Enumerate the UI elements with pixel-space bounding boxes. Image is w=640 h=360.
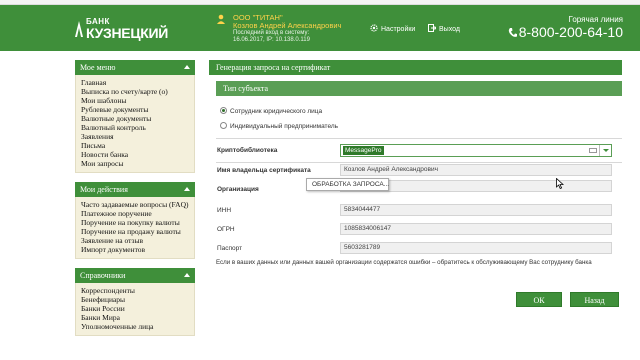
caret-up-icon[interactable] xyxy=(184,187,190,191)
exit-link[interactable]: Выход xyxy=(428,24,460,33)
exit-label: Выход xyxy=(439,26,460,33)
crypto-label: Криптобиблиотека xyxy=(217,147,278,154)
owner-field[interactable]: Козлов Андрей Александрович xyxy=(340,164,612,176)
radio-legal-entity[interactable]: Сотрудник юридического лица xyxy=(220,107,322,115)
menu-item-fx-docs[interactable]: Валютные документы xyxy=(81,114,190,123)
menu-item-statement[interactable]: Выписка по счету/карте (о) xyxy=(81,87,190,96)
phone-icon xyxy=(508,28,517,37)
owner-label: Имя владельца сертификата xyxy=(217,167,311,174)
menu-item-news[interactable]: Новости банка xyxy=(81,150,190,159)
panel-references-title: Справочники xyxy=(80,271,126,280)
exit-icon xyxy=(428,24,436,32)
panel-references-header[interactable]: Справочники xyxy=(75,268,195,283)
inn-field[interactable]: 5834044477 xyxy=(340,204,612,216)
passport-field[interactable]: 5603281789 xyxy=(340,242,612,254)
chevron-down-icon[interactable] xyxy=(599,145,611,156)
caret-up-icon[interactable] xyxy=(184,273,190,277)
crypto-selected-value: MessagePro xyxy=(343,146,384,155)
action-item-faq[interactable]: Часто задаваемые вопросы (FAQ) xyxy=(81,200,190,209)
action-item-payment-order[interactable]: Платежное поручение xyxy=(81,209,190,218)
caret-up-icon[interactable] xyxy=(184,65,190,69)
radio-individual-label: Индивидуальный предприниматель xyxy=(230,123,339,130)
action-item-revoke[interactable]: Заявление на отзыв xyxy=(81,236,190,245)
ref-item-banks-russia[interactable]: Банки России xyxy=(81,304,190,313)
processing-tooltip: ОБРАБОТКА ЗАПРОСА... xyxy=(306,178,389,191)
settings-link[interactable]: Настройки xyxy=(370,24,415,33)
bank-logo-icon xyxy=(75,21,83,37)
menu-item-applications[interactable]: Заявления xyxy=(81,132,190,141)
menu-item-fx-control[interactable]: Валютный контроль xyxy=(81,123,190,132)
action-item-sell-currency[interactable]: Поручение на продажу валюты xyxy=(81,227,190,236)
sidebar: Мое меню Главная Выписка по счету/карте … xyxy=(75,60,195,345)
last-login-label: Последний вход в систему: xyxy=(233,30,310,36)
last-login-value: 16.06.2017, IP: 10.138.0.119 xyxy=(233,37,310,43)
back-button[interactable]: Назад xyxy=(570,292,619,307)
menu-item-home[interactable]: Главная xyxy=(81,78,190,87)
ogrn-label: ОГРН xyxy=(217,226,235,233)
user-name[interactable]: Козлов Андрей Александрович xyxy=(233,21,341,30)
panel-my-actions-header[interactable]: Мои действия xyxy=(75,182,195,197)
bank-name-line2: КУЗНЕЦКИЙ xyxy=(86,25,169,41)
gear-icon xyxy=(370,24,378,32)
panel-references: Справочники Корреспонденты Бенефициары Б… xyxy=(75,268,195,336)
action-item-import[interactable]: Импорт документов xyxy=(81,245,190,254)
ogrn-field[interactable]: 1085834006147 xyxy=(340,223,612,235)
panel-my-menu: Мое меню Главная Выписка по счету/карте … xyxy=(75,60,195,173)
radio-button[interactable] xyxy=(220,122,227,129)
user-icon xyxy=(217,14,225,24)
hotline-label: Горячая линия xyxy=(568,15,623,24)
mouse-cursor-icon xyxy=(556,178,564,189)
divider xyxy=(216,162,622,163)
crypto-select[interactable]: MessagePro xyxy=(340,144,612,157)
panel-my-menu-title: Мое меню xyxy=(80,63,116,72)
organization-label: Организация xyxy=(217,186,259,193)
last-login: Последний вход в систему: 16.06.2017, IP… xyxy=(233,30,310,44)
panel-my-actions-title: Мои действия xyxy=(80,185,128,194)
action-item-buy-currency[interactable]: Поручение на покупку валюты xyxy=(81,218,190,227)
radio-button[interactable] xyxy=(220,107,227,114)
passport-label: Паспорт xyxy=(217,245,243,252)
error-note: Если в ваших данных или данных вашей орг… xyxy=(216,259,592,266)
hotline-number: 8-800-200-64-10 xyxy=(518,24,623,40)
menu-item-templates[interactable]: Мои шаблоны xyxy=(81,96,190,105)
divider xyxy=(216,138,622,139)
menu-item-rub-docs[interactable]: Рублевые документы xyxy=(81,105,190,114)
settings-label: Настройки xyxy=(381,26,416,33)
ref-item-correspondents[interactable]: Корреспонденты xyxy=(81,286,190,295)
subject-type-header: Тип субъекта xyxy=(216,81,622,96)
ref-item-authorized[interactable]: Уполномоченные лица xyxy=(81,322,190,331)
panel-my-menu-header[interactable]: Мое меню xyxy=(75,60,195,75)
menu-item-letters[interactable]: Письма xyxy=(81,141,190,150)
ok-button[interactable]: ОК xyxy=(516,292,562,307)
main-content: Генерация запроса на сертификат Тип субъ… xyxy=(209,60,622,360)
ref-item-beneficiaries[interactable]: Бенефициары xyxy=(81,295,190,304)
radio-individual[interactable]: Индивидуальный предприниматель xyxy=(220,122,338,130)
key-icon xyxy=(589,148,597,153)
radio-legal-label: Сотрудник юридического лица xyxy=(230,108,323,115)
ref-item-banks-world[interactable]: Банки Мира xyxy=(81,313,190,322)
header: БАНК КУЗНЕЦКИЙ ООО "ТИТАН" Козлов Андрей… xyxy=(0,5,640,51)
inn-label: ИНН xyxy=(217,207,232,214)
panel-my-actions: Мои действия Часто задаваемые вопросы (F… xyxy=(75,182,195,259)
hotline-phone[interactable]: 8-800-200-64-10 xyxy=(508,24,623,40)
menu-item-requests[interactable]: Мои запросы xyxy=(81,159,190,168)
page-title: Генерация запроса на сертификат xyxy=(209,60,622,75)
